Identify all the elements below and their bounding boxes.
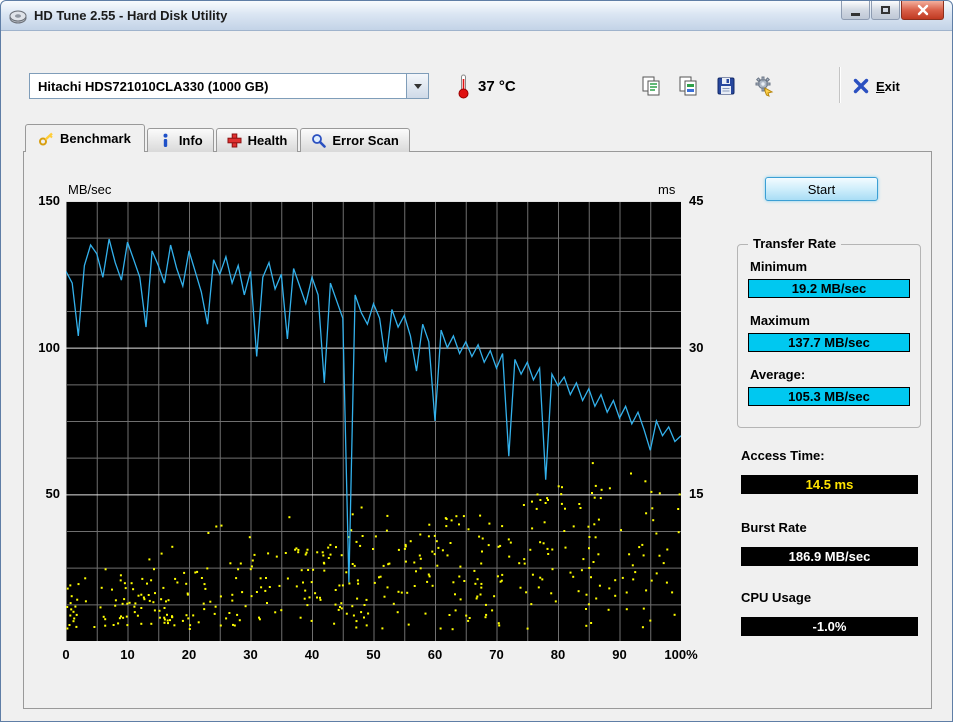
copy-screenshot-button[interactable] [634, 71, 668, 101]
tab-info-label: Info [178, 133, 203, 148]
maximize-button[interactable] [871, 1, 900, 20]
burst-rate-label: Burst Rate [741, 520, 807, 535]
app-window: HD Tune 2.55 - Hard Disk Utility Hitachi… [0, 0, 953, 722]
y-axis-tick: 45 [689, 193, 704, 208]
close-icon [917, 4, 928, 16]
y-axis-tick: 30 [689, 339, 704, 355]
start-button[interactable]: Start [765, 177, 878, 201]
x-axis-tick: 60 [427, 647, 443, 662]
chevron-down-icon [413, 83, 422, 89]
maximum-label: Maximum [750, 313, 810, 328]
x-axis-tick: 70 [489, 647, 504, 662]
copy-to-file-icon [679, 76, 697, 96]
y-axis-tick: 100 [38, 339, 60, 355]
x-axis-tick: 90 [612, 647, 627, 662]
exit-x-icon [853, 78, 869, 94]
minimum-value: 19.2 MB/sec [748, 279, 910, 298]
copy-to-file-button[interactable] [671, 71, 705, 101]
copy-screenshot-icon [642, 76, 660, 96]
benchmark-icon [39, 132, 53, 146]
cpu-usage-value: -1.0% [741, 617, 918, 636]
save-icon [717, 77, 735, 95]
tab-error-scan[interactable]: Error Scan [300, 128, 410, 152]
average-value: 105.3 MB/sec [748, 387, 910, 406]
x-axis-tick: 100% [664, 647, 698, 662]
burst-rate-value: 186.9 MB/sec [741, 547, 918, 566]
tab-error-scan-label: Error Scan [332, 133, 399, 148]
temperature-indicator: 37 °C [456, 73, 516, 99]
temperature-value: 37 °C [478, 77, 516, 95]
exit-label: Exit [876, 78, 900, 94]
title-bar[interactable]: HD Tune 2.55 - Hard Disk Utility [1, 1, 952, 31]
maximize-icon [881, 6, 890, 14]
tab-health-label: Health [247, 133, 288, 148]
dropdown-arrow-button[interactable] [406, 74, 428, 98]
x-axis-tick: 20 [181, 647, 197, 662]
options-button[interactable] [747, 71, 781, 101]
tab-benchmark-label: Benchmark [60, 131, 131, 146]
benchmark-chart [65, 201, 682, 642]
device-select-value: Hitachi HDS721010CLA330 (1000 GB) [38, 78, 269, 94]
health-icon [227, 133, 242, 148]
benchmark-chart-plot [65, 201, 682, 642]
x-axis-tick: 80 [550, 647, 566, 662]
minimize-button[interactable] [841, 1, 870, 20]
x-axis-tick: 10 [120, 647, 135, 662]
tab-benchmark[interactable]: Benchmark [25, 124, 145, 153]
toolbar-separator [839, 67, 841, 103]
average-label: Average: [750, 367, 806, 382]
y-left-unit-label: MB/sec [68, 182, 112, 197]
minimize-icon [851, 12, 860, 16]
tab-strip: Benchmark Info Health Error Scan [25, 124, 412, 153]
app-icon [9, 10, 27, 23]
x-axis-tick: 0 [62, 647, 70, 662]
minimum-label: Minimum [750, 259, 808, 274]
transfer-rate-group-label: Transfer Rate [748, 236, 842, 251]
options-icon [755, 76, 774, 97]
error-scan-icon [312, 134, 327, 148]
transfer-rate-group: Transfer Rate Minimum 19.2 MB/sec Maximu… [737, 236, 921, 428]
access-time-value: 14.5 ms [741, 475, 918, 494]
save-button[interactable] [709, 71, 743, 101]
x-axis-tick: 50 [366, 647, 381, 662]
window-title: HD Tune 2.55 - Hard Disk Utility [34, 8, 228, 23]
y-right-unit-label: ms [658, 182, 676, 197]
exit-button[interactable]: Exit [853, 73, 900, 99]
y-axis-tick: 50 [45, 486, 60, 502]
y-axis-tick: 150 [38, 193, 60, 208]
tab-health[interactable]: Health [215, 128, 299, 152]
close-button[interactable] [901, 1, 944, 20]
info-icon [163, 133, 168, 147]
thermometer-icon [458, 74, 469, 99]
access-time-label: Access Time: [741, 448, 825, 463]
tab-info[interactable]: Info [146, 128, 214, 152]
x-axis-tick: 30 [243, 647, 258, 662]
x-axis-tick: 40 [304, 647, 320, 662]
device-select[interactable]: Hitachi HDS721010CLA330 (1000 GB) [29, 73, 429, 99]
maximum-value: 137.7 MB/sec [748, 333, 910, 352]
y-axis-tick: 15 [689, 486, 704, 502]
cpu-usage-label: CPU Usage [741, 590, 812, 605]
